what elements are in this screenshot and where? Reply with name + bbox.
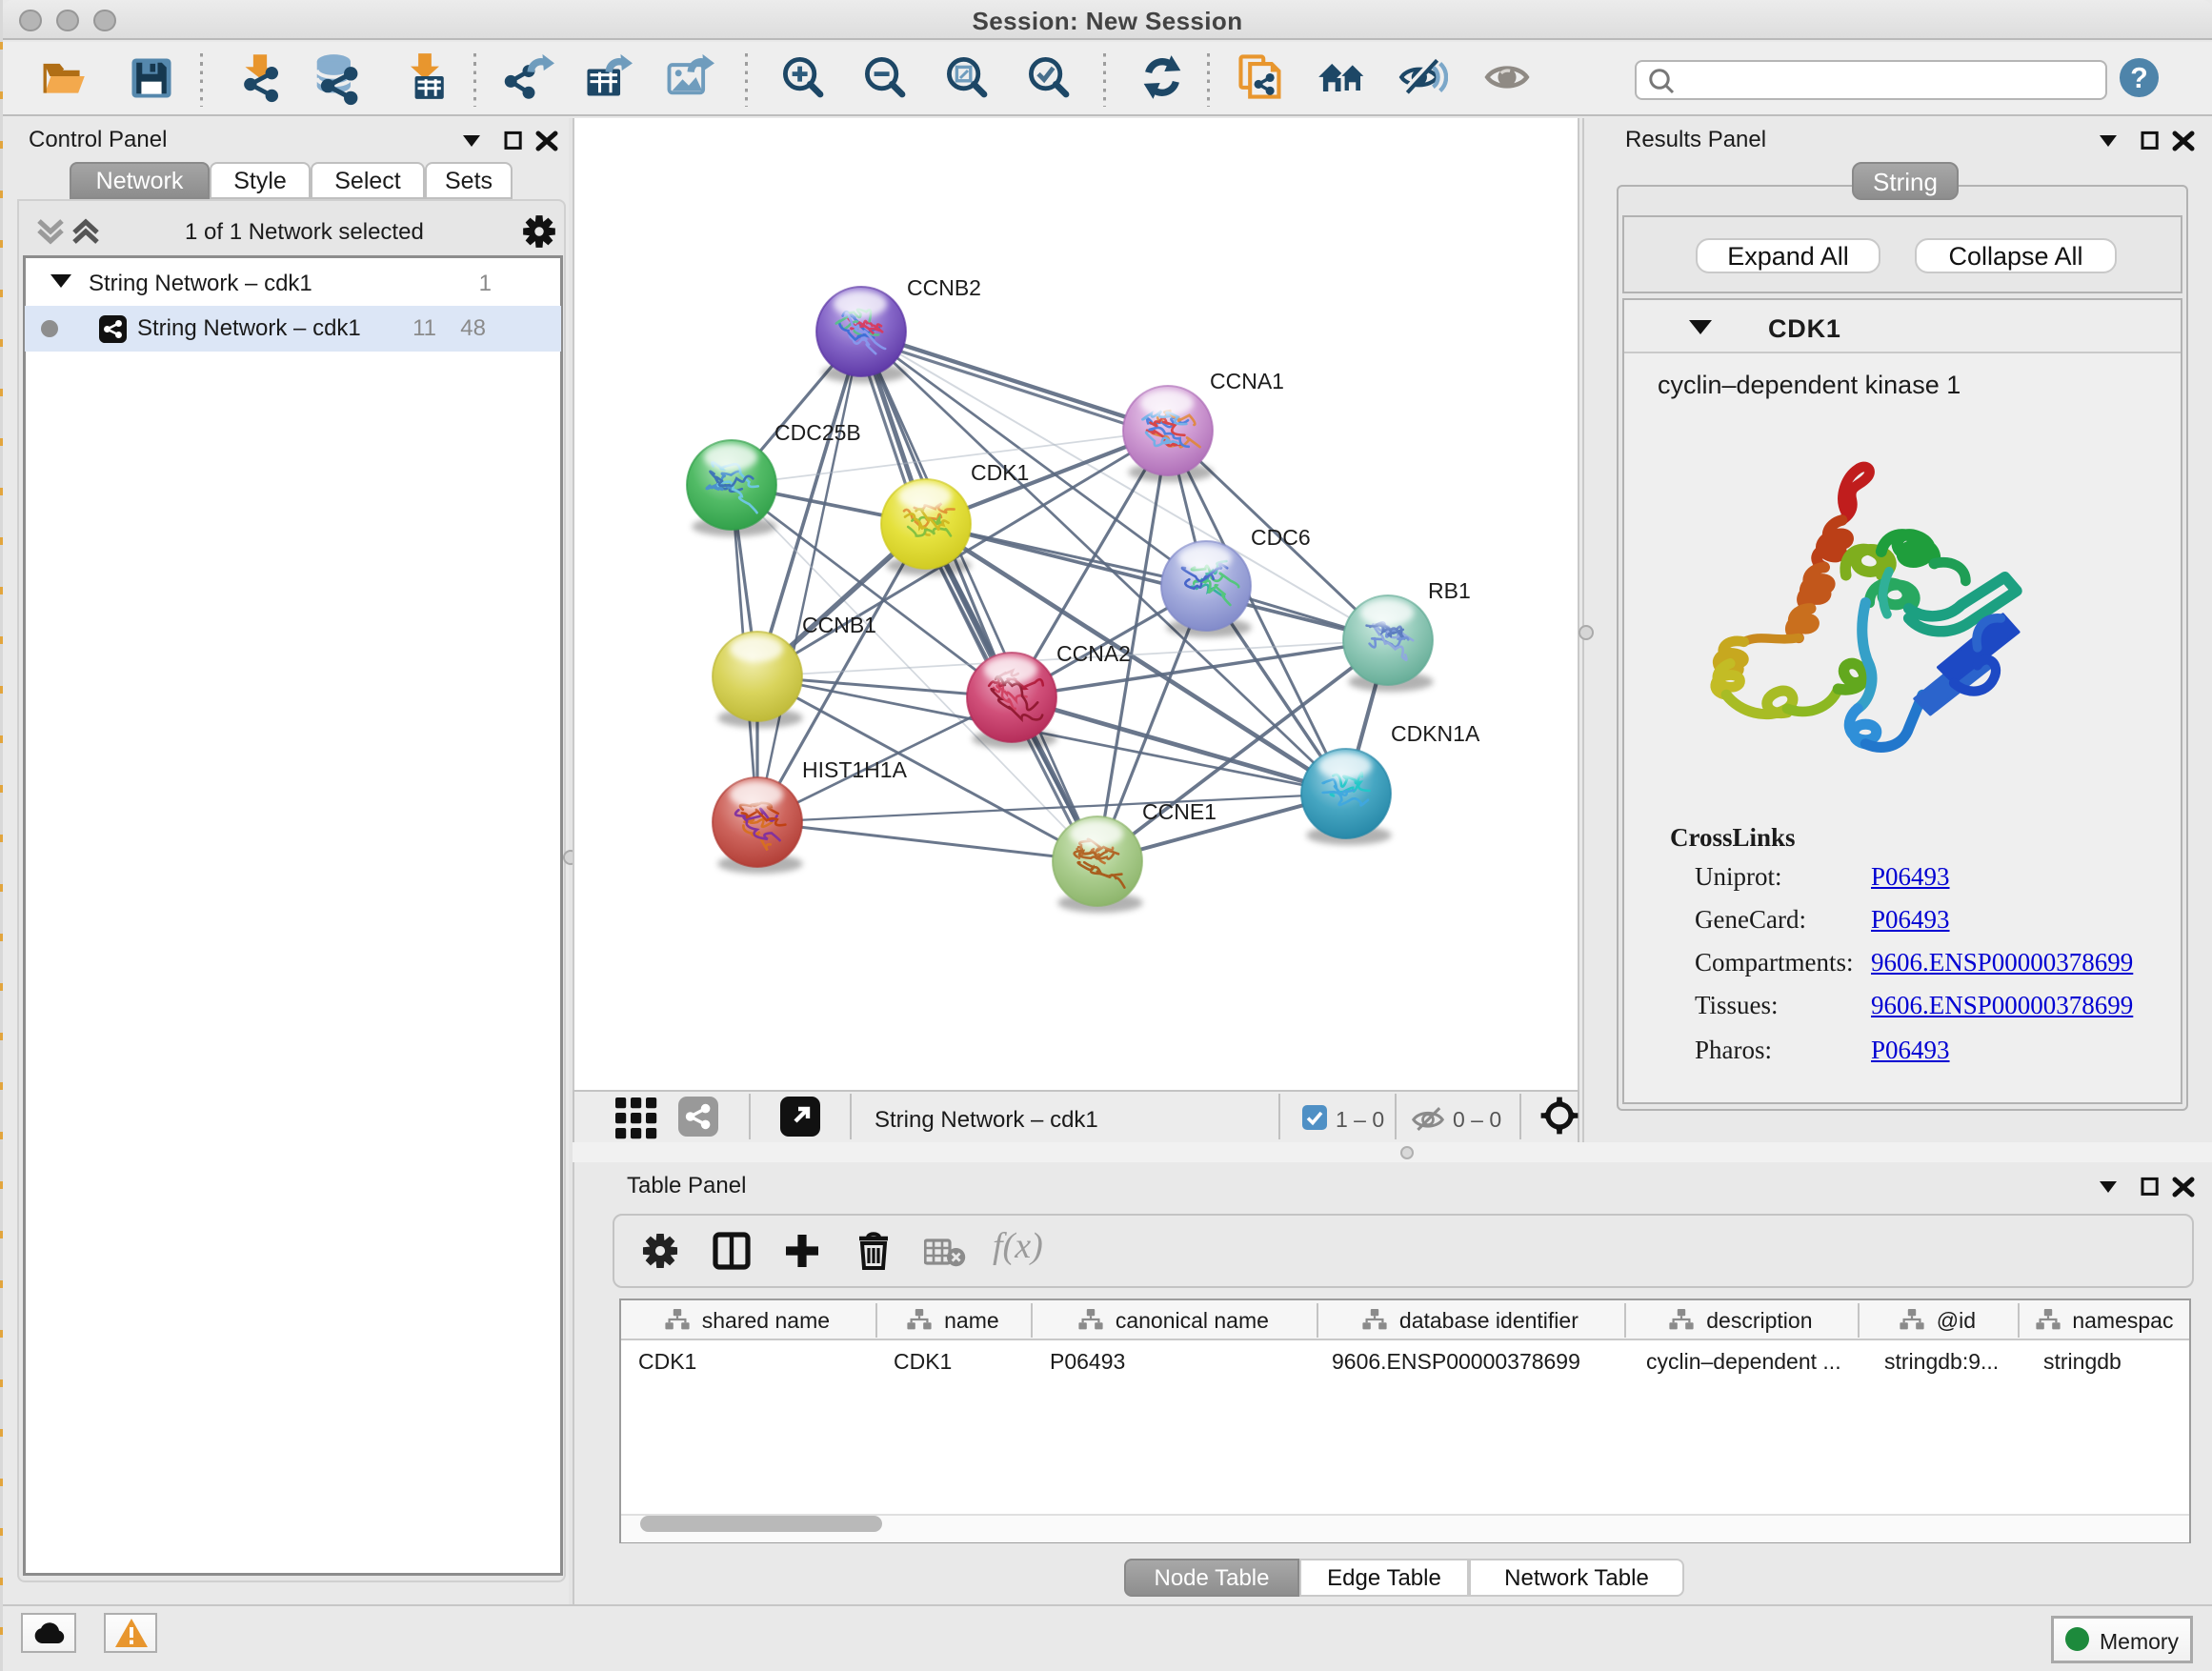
svg-text:?: ?	[2130, 63, 2148, 94]
